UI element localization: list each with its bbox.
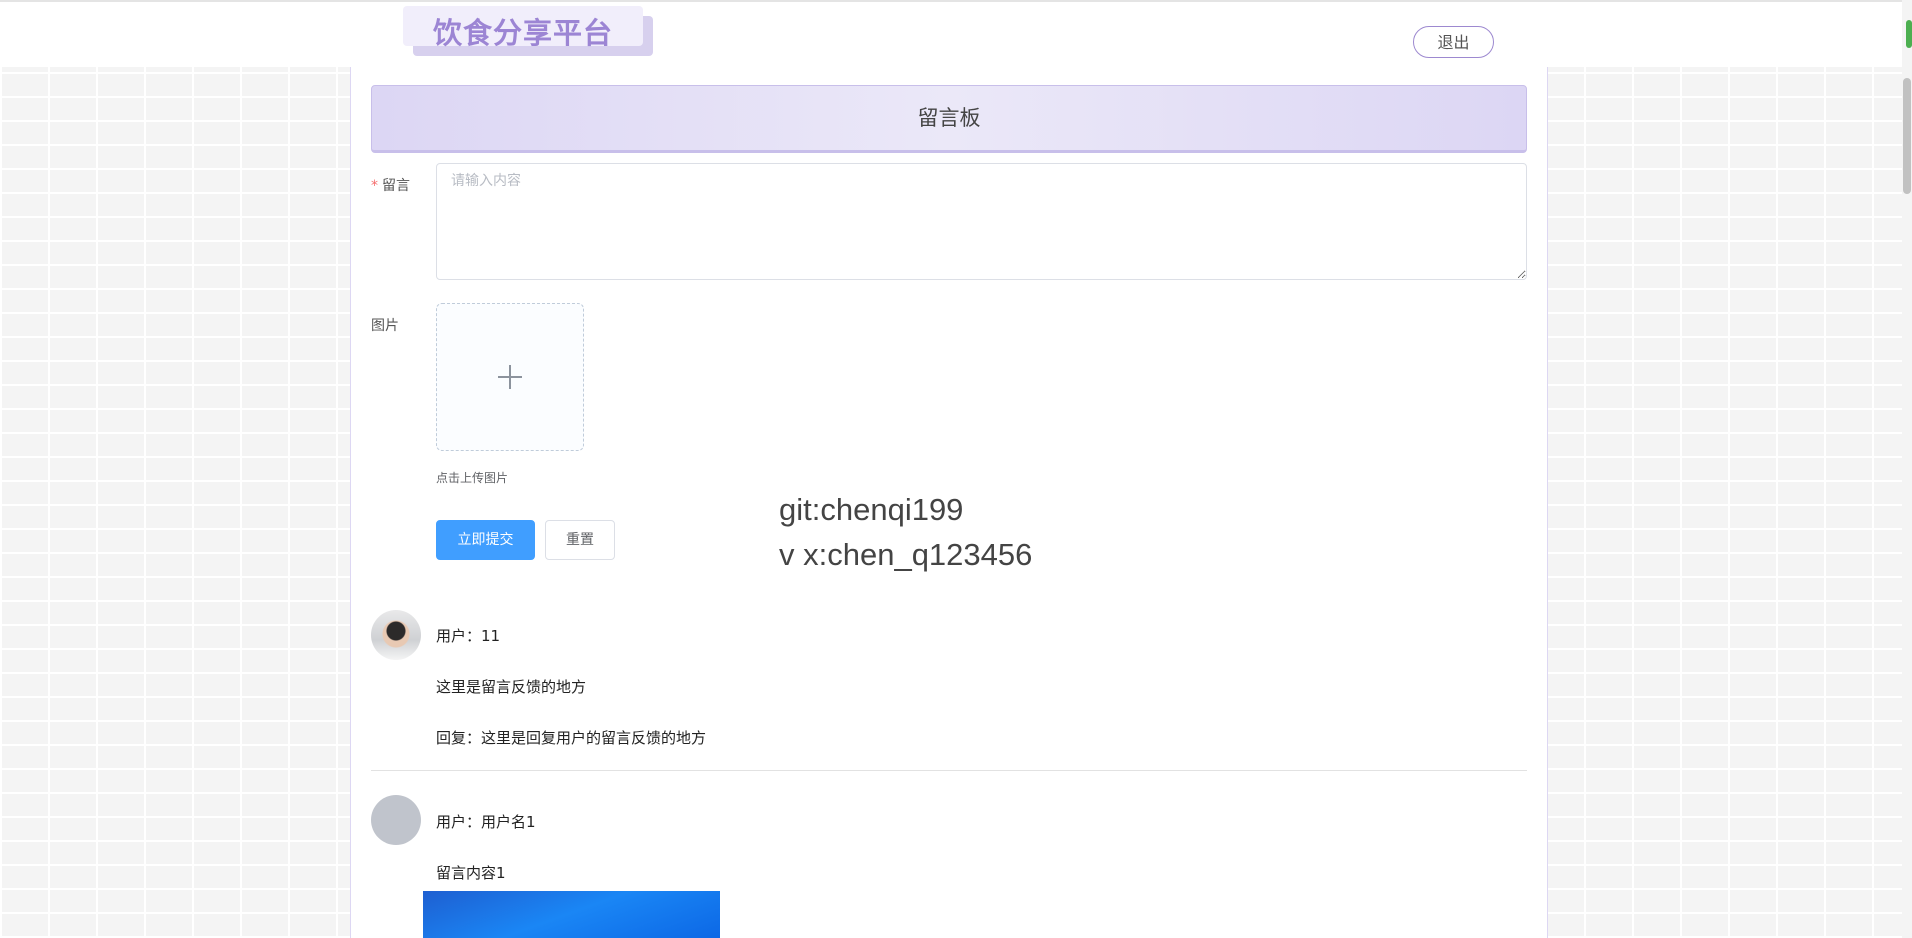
plus-icon bbox=[486, 353, 534, 401]
page-title: 留言板 bbox=[371, 85, 1527, 153]
comment-content: 留言内容1 bbox=[436, 864, 506, 882]
comment-divider bbox=[371, 770, 1527, 771]
required-mark: * bbox=[371, 178, 378, 194]
scrollbar-thumb[interactable] bbox=[1903, 78, 1911, 194]
page-scrollbar[interactable] bbox=[1902, 0, 1912, 938]
comment-content: 这里是留言反馈的地方 bbox=[436, 678, 587, 696]
logo-text: 饮食分享平台 bbox=[433, 16, 614, 50]
logo-box: 饮食分享平台 bbox=[403, 6, 643, 50]
top-header: 饮食分享平台 退出 bbox=[0, 0, 1912, 67]
watermark-text: git:chenqi199 v x:chen_q123456 bbox=[779, 487, 1032, 577]
image-upload[interactable] bbox=[436, 303, 584, 451]
comment-user: 用户：用户名1 bbox=[436, 813, 536, 831]
avatar-placeholder bbox=[371, 795, 421, 845]
message-textarea[interactable] bbox=[436, 163, 1527, 280]
message-board-panel: 留言板 *留言 图片 点击上传图片 立即提交 重置 git:chenqi199 … bbox=[350, 67, 1548, 938]
comment-image bbox=[423, 891, 720, 938]
reset-button[interactable]: 重置 bbox=[545, 520, 615, 560]
scrollbar-indicator bbox=[1906, 20, 1912, 48]
comment-reply: 回复：这里是回复用户的留言反馈的地方 bbox=[436, 729, 707, 747]
avatar bbox=[371, 610, 421, 660]
logout-button[interactable]: 退出 bbox=[1413, 26, 1494, 58]
message-label: 留言 bbox=[382, 178, 410, 194]
logo: 饮食分享平台 bbox=[403, 6, 653, 56]
comment-user: 用户：11 bbox=[436, 627, 501, 645]
upload-tip: 点击上传图片 bbox=[436, 471, 509, 485]
image-label: 图片 bbox=[371, 318, 399, 334]
message-label-wrap: * 留言 bbox=[371, 175, 410, 195]
watermark-line-1: git:chenqi199 bbox=[779, 492, 964, 527]
submit-button[interactable]: 立即提交 bbox=[436, 520, 535, 560]
watermark-line-2: v x:chen_q123456 bbox=[779, 537, 1033, 572]
